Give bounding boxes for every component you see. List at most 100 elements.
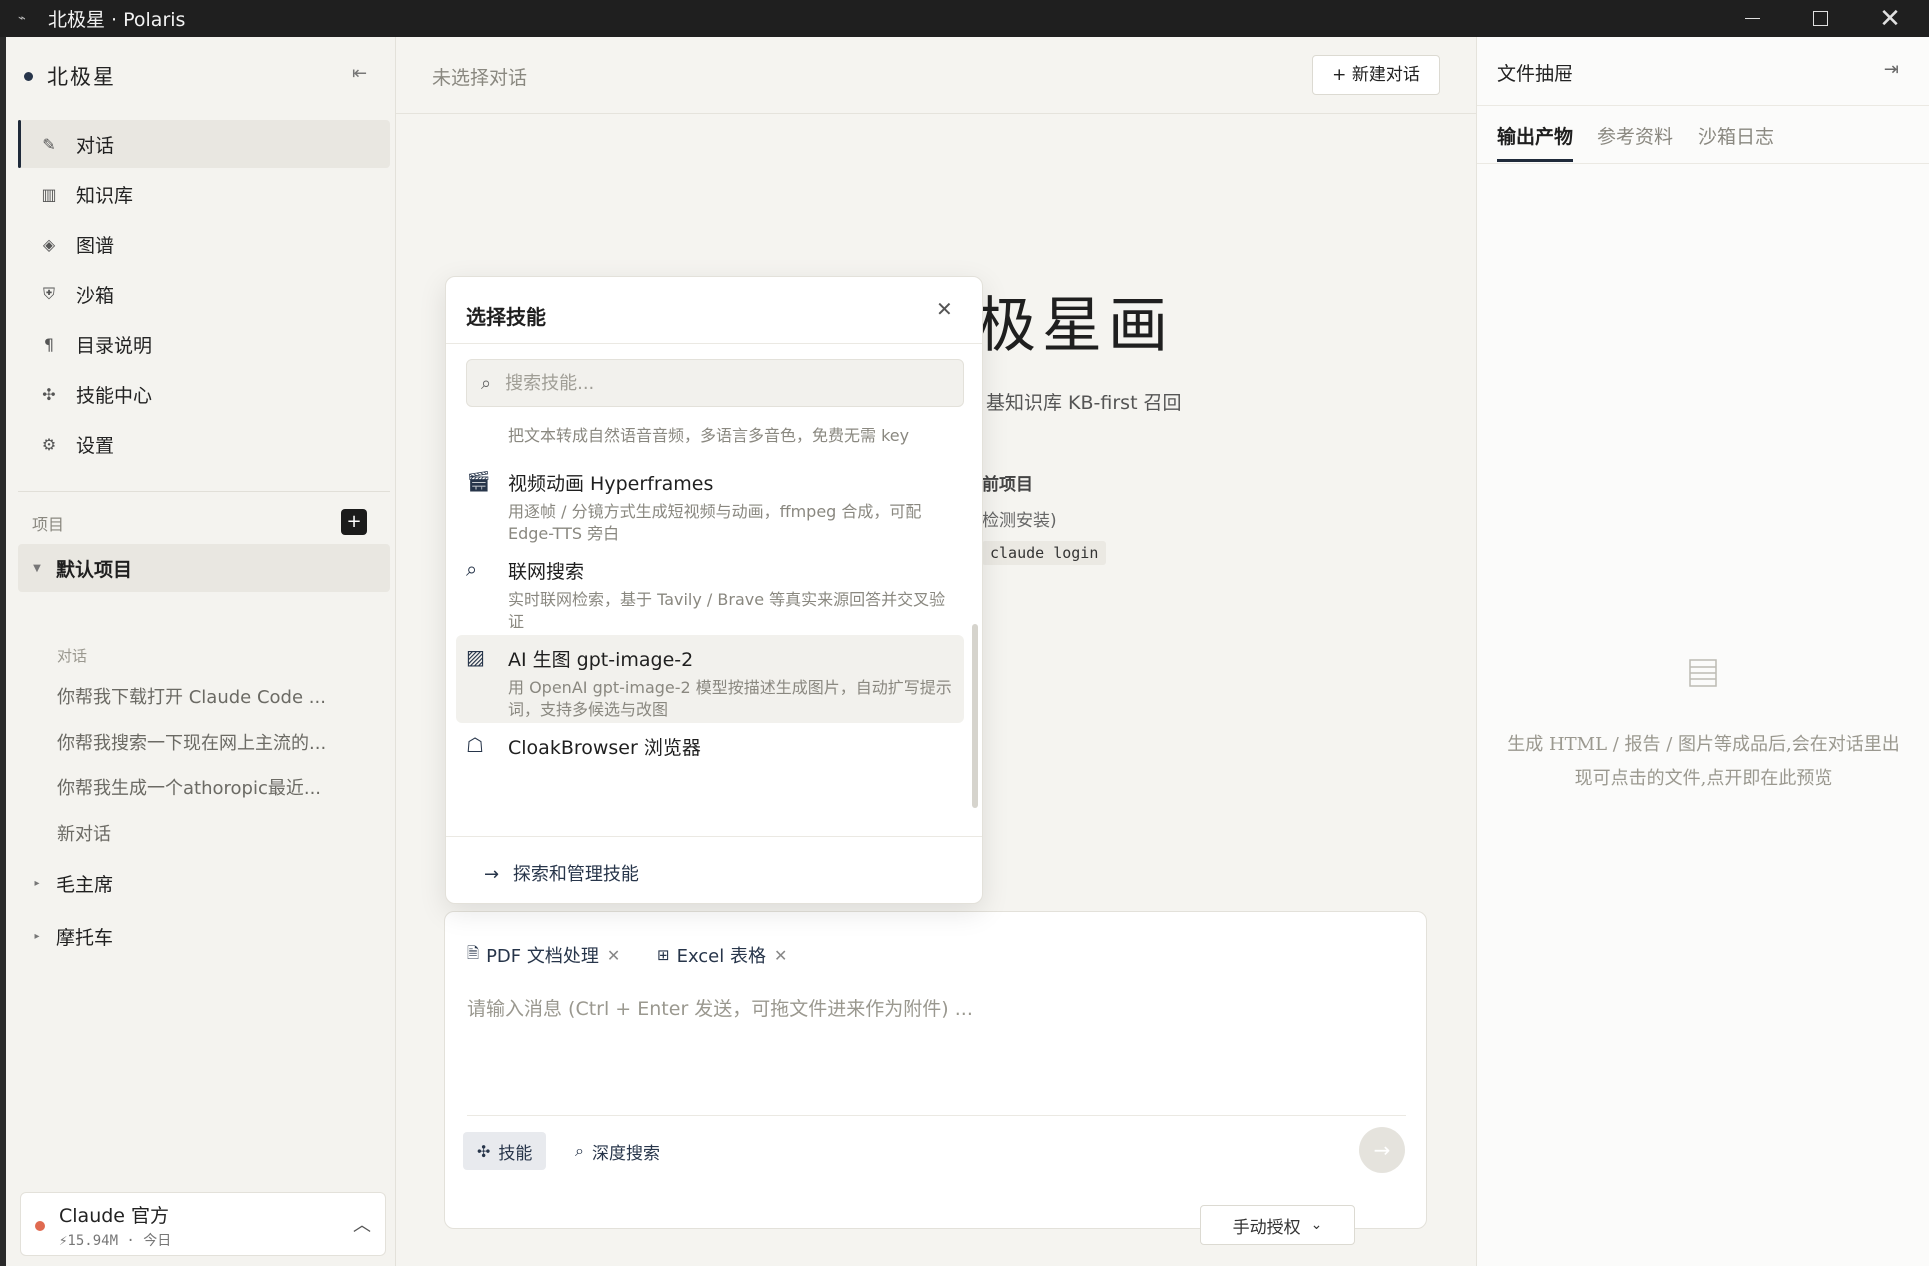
- remove-chip-icon[interactable]: ✕: [774, 946, 787, 965]
- minimize-icon: [1744, 17, 1760, 20]
- conversation-item[interactable]: 新对话: [57, 820, 357, 846]
- skill-chip-pdf: 🗎 PDF 文档处理 ✕: [467, 942, 620, 968]
- skill-search-input[interactable]: [505, 372, 926, 394]
- authorization-mode-button[interactable]: 手动授权 ⌄: [1200, 1205, 1355, 1245]
- conversation-item[interactable]: 你帮我搜索一下现在网上主流的...: [57, 729, 357, 755]
- add-project-button[interactable]: +: [341, 509, 367, 535]
- sidebar-item-label: 设置: [76, 434, 115, 457]
- project-item-mao[interactable]: ▸ 毛主席: [18, 859, 390, 907]
- remove-chip-icon[interactable]: ✕: [607, 946, 620, 965]
- sidebar-item-directory[interactable]: ¶ 目录说明: [18, 320, 390, 368]
- shield-icon: ⛨: [42, 284, 55, 303]
- hint-text: 检测安装): [982, 511, 1057, 531]
- skill-item-hyperframes[interactable]: 🎬︎ 视频动画 Hyperframes 用逐帧 / 分镜方式生成短视频与动画，f…: [456, 459, 964, 547]
- skill-chip-excel: ⊞ Excel 表格 ✕: [657, 942, 787, 968]
- drawer-title: 文件抽屉: [1497, 63, 1574, 85]
- conversation-item[interactable]: 你帮我生成一个athoropic最近...: [57, 774, 357, 800]
- window-titlebar: ⌁ 北极星 · Polaris ✕: [0, 0, 1929, 37]
- model-selector[interactable]: Claude 官方 ⚡15.94M · 今日 ︿: [20, 1192, 386, 1256]
- sidebar-item-label: 目录说明: [76, 334, 153, 357]
- skill-item-tts[interactable]: 把文本转成自然语音音频，多语言多音色，免费无需 key: [456, 417, 964, 457]
- caret-right-icon: ▸: [34, 877, 40, 889]
- sidebar-item-label: 沙箱: [76, 284, 115, 307]
- skill-item-image-gen[interactable]: ▨ AI 生图 gpt-image-2 用 OpenAI gpt-image-2…: [456, 635, 964, 723]
- table-icon: ⊞: [657, 946, 670, 964]
- puzzle-icon: ✣: [477, 1141, 491, 1161]
- sidebar-item-knowledge[interactable]: ▥ 知识库: [18, 170, 390, 218]
- main-header: 未选择对话 + 新建对话: [396, 37, 1476, 114]
- project-name: 摩托车: [56, 926, 114, 949]
- skill-name: CloakBrowser 浏览器: [508, 737, 701, 759]
- deep-search-label: 深度搜索: [591, 1143, 660, 1164]
- message-input[interactable]: 请输入消息 (Ctrl + Enter 发送，可拖文件进来作为附件) ...: [467, 994, 973, 1021]
- close-window-button[interactable]: ✕: [1856, 0, 1924, 37]
- skills-button[interactable]: ✣ 技能: [463, 1132, 547, 1170]
- maximize-icon: [1812, 11, 1828, 26]
- brand-dot-icon: [24, 71, 33, 81]
- model-name: Claude 官方: [59, 1205, 170, 1227]
- model-status-dot: [35, 1221, 45, 1231]
- composer-divider: [467, 1115, 1406, 1116]
- skill-picker-dialog: 选择技能 ✕ ⌕ 把文本转成自然语音音频，多语言多音色，免费无需 key 🎬︎ …: [445, 276, 983, 904]
- puzzle-icon: ✣: [42, 384, 56, 404]
- skill-item-web-search[interactable]: ⌕ 联网搜索 实时联网检索，基于 Tavily / Brave 等真实来源回答并…: [456, 547, 964, 635]
- skills-button-label: 技能: [498, 1143, 533, 1164]
- close-icon[interactable]: ✕: [936, 297, 953, 321]
- minimize-button[interactable]: [1718, 0, 1786, 37]
- projects-heading: 项目: [32, 515, 65, 534]
- tab-sandbox-log[interactable]: 沙箱日志: [1698, 122, 1774, 159]
- sidebar-divider: [18, 491, 390, 492]
- send-button[interactable]: →: [1359, 1127, 1405, 1173]
- drawer-divider: [1477, 105, 1929, 106]
- app-icon: ⌁: [18, 10, 26, 26]
- arrow-right-icon: →: [1373, 1138, 1391, 1162]
- sidebar-item-label: 技能中心: [76, 384, 153, 407]
- sidebar-item-graph[interactable]: ◈ 图谱: [18, 220, 390, 268]
- sidebar-nav: ✎ 对话 ▥ 知识库 ◈ 图谱 ⛨ 沙箱 ¶ 目录说明 ✣ 技能中心 ⚙ 设置: [18, 120, 390, 470]
- diamond-icon: ◈: [42, 234, 56, 254]
- hint-heading: 前项目: [982, 475, 1033, 495]
- composer: 🗎 PDF 文档处理 ✕ ⊞ Excel 表格 ✕ 请输入消息 (Ctrl + …: [444, 911, 1427, 1229]
- tab-references[interactable]: 参考资料: [1597, 122, 1673, 159]
- arrow-right-icon: →: [484, 864, 500, 885]
- ghost-icon: ☖: [466, 733, 484, 757]
- brand: 北极星: [24, 61, 116, 91]
- chevron-down-icon: ⌄: [1310, 1217, 1323, 1233]
- sidebar-item-label: 知识库: [76, 184, 134, 207]
- skill-description: 用 OpenAI gpt-image-2 模型按描述生成图片，自动扩写提示词，支…: [508, 678, 952, 719]
- explore-skills-link[interactable]: → 探索和管理技能: [484, 860, 639, 886]
- chevron-up-icon: ︿: [353, 1215, 371, 1236]
- collapse-sidebar-icon[interactable]: ⇤: [352, 63, 367, 84]
- tabs-divider: [1477, 163, 1929, 164]
- maximize-button[interactable]: [1786, 0, 1854, 37]
- sidebar-item-settings[interactable]: ⚙ 设置: [18, 420, 390, 468]
- project-name: 毛主席: [56, 873, 114, 896]
- search-icon: ⌕: [466, 557, 478, 581]
- sidebar-item-skills[interactable]: ✣ 技能中心: [18, 370, 390, 418]
- gear-icon: ⚙: [41, 434, 57, 454]
- deep-search-button[interactable]: ⌕ 深度搜索: [561, 1132, 674, 1170]
- clapperboard-icon: 🎬︎: [466, 469, 492, 493]
- sidebar-item-chat[interactable]: ✎ 对话: [18, 120, 390, 168]
- welcome-title: 极星画: [976, 291, 1174, 361]
- project-name: 默认项目: [56, 558, 133, 581]
- sidebar-item-label: 图谱: [76, 234, 115, 257]
- skill-item-cloakbrowser[interactable]: ☖ CloakBrowser 浏览器: [456, 723, 964, 811]
- skill-list: 把文本转成自然语音音频，多语言多音色，免费无需 key 🎬︎ 视频动画 Hype…: [446, 417, 982, 835]
- welcome-subtitle: 基知识库 KB-first 召回: [986, 392, 1182, 414]
- document-lines-icon: [1689, 659, 1717, 687]
- conversation-item[interactable]: 你帮我下载打开 Claude Code ...: [57, 683, 357, 709]
- image-icon: ▨: [466, 645, 485, 669]
- sidebar-item-sandbox[interactable]: ⛨ 沙箱: [18, 270, 390, 318]
- pilcrow-icon: ¶: [43, 334, 55, 354]
- chip-label: Excel 表格: [676, 946, 766, 967]
- collapse-drawer-icon[interactable]: ⇥: [1884, 59, 1899, 80]
- close-icon: ✕: [1879, 3, 1901, 34]
- project-item-default[interactable]: ▼ 默认项目: [18, 544, 390, 592]
- caret-right-icon: ▸: [34, 930, 40, 942]
- tab-outputs[interactable]: 输出产物: [1497, 122, 1574, 162]
- auth-label: 手动授权: [1232, 1217, 1301, 1238]
- skill-list-scrollbar[interactable]: [972, 624, 978, 808]
- project-item-motorcycle[interactable]: ▸ 摩托车: [18, 912, 390, 960]
- new-chat-button[interactable]: + 新建对话: [1312, 55, 1440, 95]
